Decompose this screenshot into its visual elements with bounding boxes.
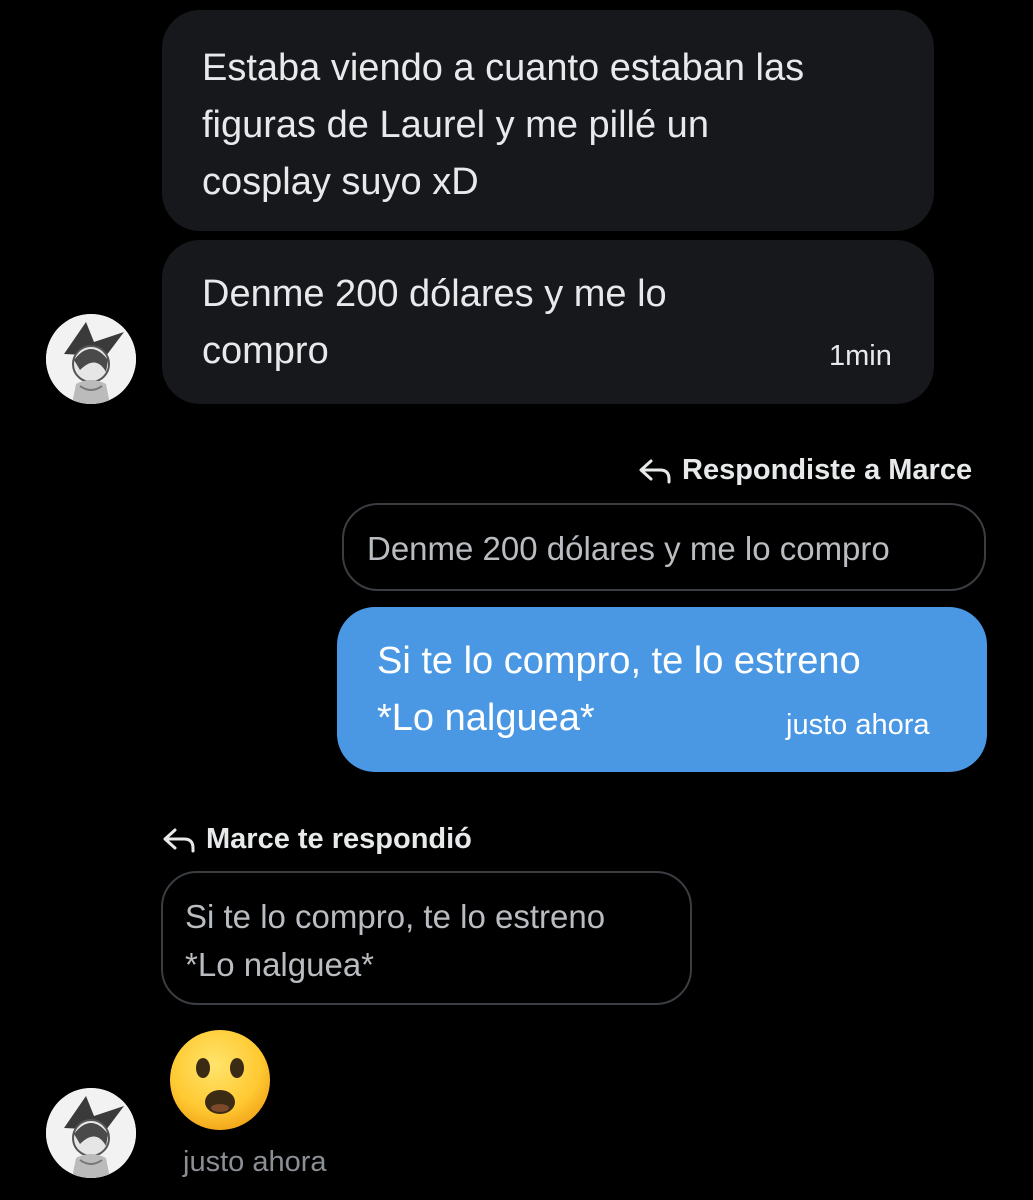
quoted-text: Si te lo compro, te lo estreno *Lo nalgu… bbox=[185, 898, 606, 983]
quoted-text: Denme 200 dólares y me lo compro bbox=[367, 530, 890, 567]
reply-header-text: Respondiste a Marce bbox=[682, 454, 973, 486]
message-timestamp: justo ahora bbox=[183, 1146, 327, 1178]
message-timestamp: 1min bbox=[829, 340, 892, 372]
quoted-message[interactable]: Denme 200 dólares y me lo compro bbox=[342, 503, 986, 591]
avatar[interactable] bbox=[46, 1088, 136, 1178]
reply-header-text: Marce te respondió bbox=[206, 823, 472, 855]
avatar-image bbox=[46, 314, 136, 404]
outgoing-message-bubble[interactable]: Si te lo compro, te lo estreno *Lo nalgu… bbox=[337, 607, 987, 772]
reply-header: Marce te respondió bbox=[162, 823, 472, 856]
incoming-message-bubble[interactable]: Estaba viendo a cuanto estaban las figur… bbox=[162, 10, 934, 231]
reply-header: Respondiste a Marce bbox=[638, 454, 972, 487]
hushed-face-emoji-icon[interactable] bbox=[168, 1028, 272, 1132]
avatar[interactable] bbox=[46, 314, 136, 404]
reply-arrow-icon bbox=[638, 458, 672, 484]
reply-arrow-icon bbox=[162, 827, 196, 853]
avatar-image bbox=[46, 1088, 136, 1178]
incoming-message-bubble[interactable]: Denme 200 dólares y me lo compro bbox=[162, 240, 934, 404]
message-text: Denme 200 dólares y me lo compro bbox=[202, 273, 667, 372]
message-text: Estaba viendo a cuanto estaban las figur… bbox=[202, 47, 805, 203]
message-timestamp: justo ahora bbox=[786, 709, 930, 741]
quoted-message[interactable]: Si te lo compro, te lo estreno *Lo nalgu… bbox=[161, 871, 692, 1005]
